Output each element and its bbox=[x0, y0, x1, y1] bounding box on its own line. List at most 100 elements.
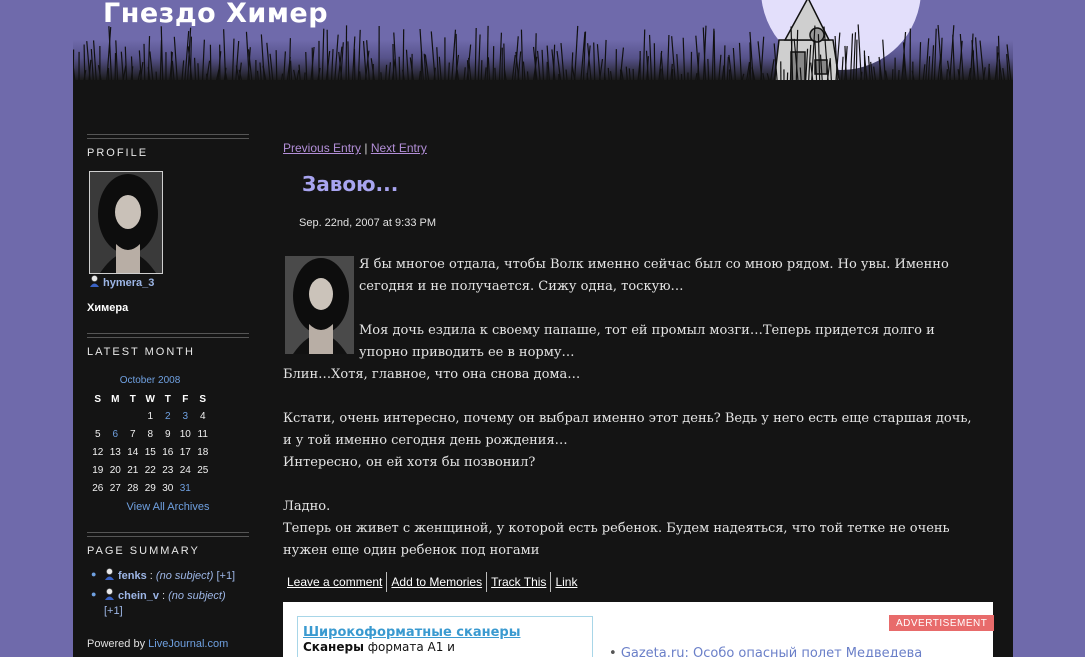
ad-description-rest: формата А1 и bbox=[363, 640, 455, 654]
calendar-month-link[interactable]: October 2008 bbox=[87, 375, 213, 386]
calendar-day bbox=[194, 479, 212, 497]
calendar-day: 11 bbox=[197, 428, 208, 440]
calendar-week: 19 20 21 22 23 24 25 bbox=[89, 461, 212, 479]
entry-paragraph: Блин…Хотя, главное, что она снова дома… bbox=[283, 367, 581, 382]
entry-paragraph bbox=[283, 298, 983, 320]
profile-username[interactable]: hymera_3 bbox=[103, 277, 154, 289]
weekday-label: W bbox=[145, 393, 155, 405]
profile-username-link[interactable]: hymera_3 bbox=[89, 275, 154, 289]
calendar-day: 25 bbox=[197, 464, 209, 476]
calendar-day: 16 bbox=[162, 446, 174, 458]
entry-navigation: Previous Entry | Next Entry bbox=[283, 141, 427, 155]
weekday-label: T bbox=[129, 393, 136, 405]
weekday-label: S bbox=[199, 393, 207, 405]
view-all-archives-link[interactable]: View All Archives bbox=[87, 501, 249, 513]
entry-body: Я бы многое отдала, чтобы Волк именно се… bbox=[283, 254, 983, 562]
news-headline-link[interactable]: Особо опасный полет Медведева bbox=[693, 646, 922, 657]
entry-date: Sep. 22nd, 2007 at 9:33 PM bbox=[299, 217, 436, 229]
divider bbox=[87, 134, 249, 139]
calendar-day: 15 bbox=[144, 446, 156, 458]
entry-actions: Leave a comment Add to Memories Track This… bbox=[283, 572, 581, 592]
profile-display-name: Химера bbox=[87, 302, 129, 314]
track-this-link[interactable]: Track This bbox=[487, 572, 552, 592]
page-summary-heading: PAGE SUMMARY bbox=[87, 545, 200, 557]
calendar-day: 23 bbox=[162, 464, 174, 476]
summary-separator: : bbox=[146, 570, 156, 582]
calendar-day-link[interactable]: 3 bbox=[177, 407, 195, 425]
user-icon bbox=[105, 588, 114, 600]
entry-paragraph: Интересно, он ей хотя бы позвонил? bbox=[283, 455, 536, 470]
journal-frame: Гнездо Химер PROFILE hymera_3 Химера LAT… bbox=[73, 0, 1013, 657]
calendar-day: 10 bbox=[179, 428, 191, 440]
previous-entry-link[interactable]: Previous Entry bbox=[283, 141, 361, 155]
entry-paragraph: Моя дочь ездила к своему папаше, тот ей … bbox=[359, 323, 935, 360]
weekday-label: M bbox=[111, 393, 120, 405]
summary-more-link[interactable]: [+1] bbox=[213, 570, 235, 582]
calendar-day: 29 bbox=[144, 482, 156, 494]
profile-heading: PROFILE bbox=[87, 147, 149, 159]
calendar-day: 7 bbox=[129, 428, 136, 440]
weekday-label: S bbox=[94, 393, 102, 405]
ad-description-bold: Сканеры bbox=[303, 640, 364, 654]
calendar-day bbox=[124, 407, 142, 425]
calendar-day: 20 bbox=[109, 464, 121, 476]
summary-subject-link[interactable]: (no subject) bbox=[156, 570, 213, 582]
user-icon bbox=[105, 568, 114, 580]
leave-comment-link[interactable]: Leave a comment bbox=[283, 572, 388, 592]
ad-title-link[interactable]: Широкоформатные сканеры bbox=[303, 625, 592, 640]
news-source-link[interactable]: Gazeta.ru: bbox=[621, 646, 689, 657]
weekday-label: T bbox=[164, 393, 171, 405]
calendar-day-link[interactable]: 6 bbox=[107, 425, 125, 443]
calendar-day-link[interactable]: 31 bbox=[177, 479, 195, 497]
profile-userpic[interactable] bbox=[89, 171, 163, 274]
entry-paragraph: Я бы многое отдала, чтобы Волк именно се… bbox=[359, 257, 949, 294]
powered-by: Powered by LiveJournal.com bbox=[87, 638, 228, 650]
calendar-grid: SMTWTFS 1 2 3 4 5 6 7 8 9 10 11 12 13 14 15 16 17 18 19 20 2… bbox=[89, 391, 212, 497]
entry-paragraph: Ладно. bbox=[283, 499, 331, 514]
user-icon bbox=[90, 275, 99, 287]
add-to-memories-link[interactable]: Add to Memories bbox=[387, 572, 488, 592]
bullet-icon: ● bbox=[91, 569, 97, 579]
advertisement-label: ADVERTISEMENT bbox=[889, 615, 995, 631]
calendar-day: 8 bbox=[147, 428, 154, 440]
advertisement-box: Широкоформатные сканеры Сканеры формата … bbox=[283, 602, 995, 657]
calendar-day: 19 bbox=[92, 464, 104, 476]
entry-title: Завою... bbox=[302, 172, 399, 196]
calendar-day: 13 bbox=[109, 446, 121, 458]
calendar-day: 21 bbox=[127, 464, 139, 476]
summary-user-link[interactable]: fenks bbox=[118, 570, 147, 582]
next-entry-link[interactable]: Next Entry bbox=[371, 141, 427, 155]
livejournal-link[interactable]: LiveJournal.com bbox=[148, 638, 228, 650]
entry-image bbox=[285, 256, 354, 354]
calendar-day: 22 bbox=[144, 464, 156, 476]
entry-paragraph: Теперь он живет с женщиной, у которой ес… bbox=[283, 521, 950, 558]
calendar-day: 28 bbox=[127, 482, 139, 494]
summary-separator: : bbox=[158, 590, 169, 602]
site-title[interactable]: Гнездо Химер bbox=[103, 0, 328, 29]
calendar-day: 1 bbox=[147, 410, 154, 422]
header-banner: Гнездо Химер bbox=[73, 0, 1013, 92]
permalink-link[interactable]: Link bbox=[551, 572, 581, 592]
divider bbox=[87, 532, 249, 537]
summary-subject-link[interactable]: (no subject) bbox=[168, 590, 225, 602]
portrait-image bbox=[285, 256, 354, 354]
nav-separator: | bbox=[361, 141, 371, 155]
ad-text-block[interactable]: Широкоформатные сканеры Сканеры формата … bbox=[297, 616, 593, 657]
summary-more-link[interactable]: [+1] bbox=[104, 605, 123, 617]
calendar-week: 26 27 28 29 30 31 bbox=[89, 479, 212, 497]
ad-description: Сканеры формата А1 и bbox=[303, 640, 592, 654]
entry-paragraph bbox=[283, 474, 983, 496]
entry-paragraph bbox=[283, 386, 983, 408]
calendar-day: 30 bbox=[162, 482, 174, 494]
calendar-day bbox=[89, 407, 107, 425]
summary-item: ● fenks : (no subject) [+1] bbox=[89, 568, 254, 584]
calendar-day-link[interactable]: 2 bbox=[159, 407, 177, 425]
calendar-day: 9 bbox=[164, 428, 171, 440]
calendar-week: 1234 bbox=[89, 407, 212, 425]
powered-prefix: Powered by bbox=[87, 638, 149, 650]
bullet-icon: ● bbox=[91, 589, 97, 599]
calendar-week: 12 13 14 15 16 17 18 bbox=[89, 443, 212, 461]
summary-user-link[interactable]: chein_v bbox=[118, 590, 159, 602]
calendar-day: 26 bbox=[92, 482, 104, 494]
entry-paragraph: Кстати, очень интересно, почему он выбра… bbox=[283, 411, 972, 448]
